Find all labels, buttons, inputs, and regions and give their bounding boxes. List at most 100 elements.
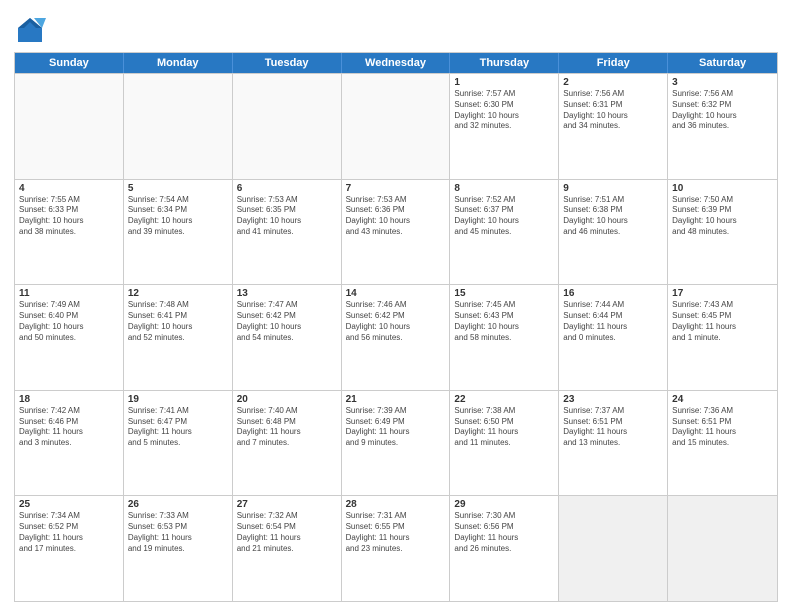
cell-line: Sunset: 6:55 PM <box>346 522 446 533</box>
cell-line: Sunset: 6:38 PM <box>563 205 663 216</box>
cell-line: Sunrise: 7:36 AM <box>672 406 773 417</box>
cal-cell-r1-c4: 8Sunrise: 7:52 AMSunset: 6:37 PMDaylight… <box>450 180 559 285</box>
cell-line: Daylight: 10 hours <box>346 322 446 333</box>
cell-line: and 21 minutes. <box>237 544 337 555</box>
cell-line: Sunrise: 7:43 AM <box>672 300 773 311</box>
cal-cell-r1-c6: 10Sunrise: 7:50 AMSunset: 6:39 PMDayligh… <box>668 180 777 285</box>
calendar: SundayMondayTuesdayWednesdayThursdayFrid… <box>14 52 778 602</box>
cell-line: and 45 minutes. <box>454 227 554 238</box>
cal-cell-r3-c0: 18Sunrise: 7:42 AMSunset: 6:46 PMDayligh… <box>15 391 124 496</box>
cell-line: Daylight: 10 hours <box>237 216 337 227</box>
cell-line: Sunrise: 7:42 AM <box>19 406 119 417</box>
cell-line: Sunset: 6:40 PM <box>19 311 119 322</box>
cal-cell-r4-c4: 29Sunrise: 7:30 AMSunset: 6:56 PMDayligh… <box>450 496 559 601</box>
cal-cell-r1-c3: 7Sunrise: 7:53 AMSunset: 6:36 PMDaylight… <box>342 180 451 285</box>
header-day-wednesday: Wednesday <box>342 53 451 73</box>
cell-line: and 11 minutes. <box>454 438 554 449</box>
cell-line: Sunrise: 7:40 AM <box>237 406 337 417</box>
day-number: 1 <box>454 77 554 88</box>
cell-line: and 17 minutes. <box>19 544 119 555</box>
cell-line: and 19 minutes. <box>128 544 228 555</box>
cell-line: Sunset: 6:44 PM <box>563 311 663 322</box>
cell-line: Daylight: 10 hours <box>454 111 554 122</box>
cell-line: Sunset: 6:45 PM <box>672 311 773 322</box>
cal-cell-r4-c5 <box>559 496 668 601</box>
day-number: 3 <box>672 77 773 88</box>
cell-line: Sunrise: 7:44 AM <box>563 300 663 311</box>
day-number: 28 <box>346 499 446 510</box>
day-number: 22 <box>454 394 554 405</box>
cell-line: Daylight: 11 hours <box>19 427 119 438</box>
cell-line: Sunrise: 7:48 AM <box>128 300 228 311</box>
day-number: 29 <box>454 499 554 510</box>
header-day-monday: Monday <box>124 53 233 73</box>
cell-line: Sunset: 6:43 PM <box>454 311 554 322</box>
cell-line: Daylight: 11 hours <box>128 533 228 544</box>
cell-line: Sunset: 6:50 PM <box>454 417 554 428</box>
cell-line: Sunrise: 7:49 AM <box>19 300 119 311</box>
cal-cell-r4-c1: 26Sunrise: 7:33 AMSunset: 6:53 PMDayligh… <box>124 496 233 601</box>
cell-line: and 36 minutes. <box>672 121 773 132</box>
cal-cell-r2-c3: 14Sunrise: 7:46 AMSunset: 6:42 PMDayligh… <box>342 285 451 390</box>
cal-cell-r0-c2 <box>233 74 342 179</box>
header-day-sunday: Sunday <box>15 53 124 73</box>
day-number: 15 <box>454 288 554 299</box>
logo-icon <box>14 14 46 46</box>
cell-line: Sunset: 6:33 PM <box>19 205 119 216</box>
cell-line: and 13 minutes. <box>563 438 663 449</box>
cell-line: Daylight: 10 hours <box>563 111 663 122</box>
day-number: 7 <box>346 183 446 194</box>
cell-line: and 9 minutes. <box>346 438 446 449</box>
day-number: 18 <box>19 394 119 405</box>
day-number: 16 <box>563 288 663 299</box>
cell-line: Daylight: 11 hours <box>237 427 337 438</box>
cell-line: Sunrise: 7:33 AM <box>128 511 228 522</box>
cell-line: Sunrise: 7:32 AM <box>237 511 337 522</box>
cell-line: Sunrise: 7:34 AM <box>19 511 119 522</box>
calendar-row-1: 4Sunrise: 7:55 AMSunset: 6:33 PMDaylight… <box>15 179 777 285</box>
day-number: 6 <box>237 183 337 194</box>
cell-line: and 50 minutes. <box>19 333 119 344</box>
cell-line: and 54 minutes. <box>237 333 337 344</box>
calendar-body: 1Sunrise: 7:57 AMSunset: 6:30 PMDaylight… <box>15 73 777 601</box>
day-number: 24 <box>672 394 773 405</box>
cal-cell-r4-c6 <box>668 496 777 601</box>
cell-line: and 43 minutes. <box>346 227 446 238</box>
cal-cell-r3-c4: 22Sunrise: 7:38 AMSunset: 6:50 PMDayligh… <box>450 391 559 496</box>
day-number: 20 <box>237 394 337 405</box>
calendar-row-4: 25Sunrise: 7:34 AMSunset: 6:52 PMDayligh… <box>15 495 777 601</box>
cal-cell-r0-c5: 2Sunrise: 7:56 AMSunset: 6:31 PMDaylight… <box>559 74 668 179</box>
cell-line: and 5 minutes. <box>128 438 228 449</box>
cal-cell-r0-c3 <box>342 74 451 179</box>
day-number: 23 <box>563 394 663 405</box>
cal-cell-r3-c5: 23Sunrise: 7:37 AMSunset: 6:51 PMDayligh… <box>559 391 668 496</box>
cell-line: Sunrise: 7:54 AM <box>128 195 228 206</box>
day-number: 17 <box>672 288 773 299</box>
cell-line: Daylight: 10 hours <box>454 322 554 333</box>
cell-line: Sunset: 6:51 PM <box>563 417 663 428</box>
day-number: 14 <box>346 288 446 299</box>
cell-line: Daylight: 11 hours <box>454 533 554 544</box>
cell-line: Daylight: 11 hours <box>237 533 337 544</box>
cell-line: Daylight: 11 hours <box>346 427 446 438</box>
day-number: 19 <box>128 394 228 405</box>
cell-line: Sunrise: 7:57 AM <box>454 89 554 100</box>
cal-cell-r2-c5: 16Sunrise: 7:44 AMSunset: 6:44 PMDayligh… <box>559 285 668 390</box>
cell-line: Daylight: 11 hours <box>19 533 119 544</box>
cell-line: and 7 minutes. <box>237 438 337 449</box>
page: SundayMondayTuesdayWednesdayThursdayFrid… <box>0 0 792 612</box>
cell-line: and 1 minute. <box>672 333 773 344</box>
cell-line: Sunrise: 7:55 AM <box>19 195 119 206</box>
day-number: 11 <box>19 288 119 299</box>
cal-cell-r3-c2: 20Sunrise: 7:40 AMSunset: 6:48 PMDayligh… <box>233 391 342 496</box>
cell-line: Sunset: 6:34 PM <box>128 205 228 216</box>
cal-cell-r2-c4: 15Sunrise: 7:45 AMSunset: 6:43 PMDayligh… <box>450 285 559 390</box>
cell-line: Sunrise: 7:30 AM <box>454 511 554 522</box>
cell-line: Sunrise: 7:47 AM <box>237 300 337 311</box>
calendar-header: SundayMondayTuesdayWednesdayThursdayFrid… <box>15 53 777 73</box>
cal-cell-r2-c2: 13Sunrise: 7:47 AMSunset: 6:42 PMDayligh… <box>233 285 342 390</box>
cell-line: Sunset: 6:42 PM <box>346 311 446 322</box>
cell-line: and 38 minutes. <box>19 227 119 238</box>
cell-line: Daylight: 10 hours <box>672 111 773 122</box>
day-number: 25 <box>19 499 119 510</box>
